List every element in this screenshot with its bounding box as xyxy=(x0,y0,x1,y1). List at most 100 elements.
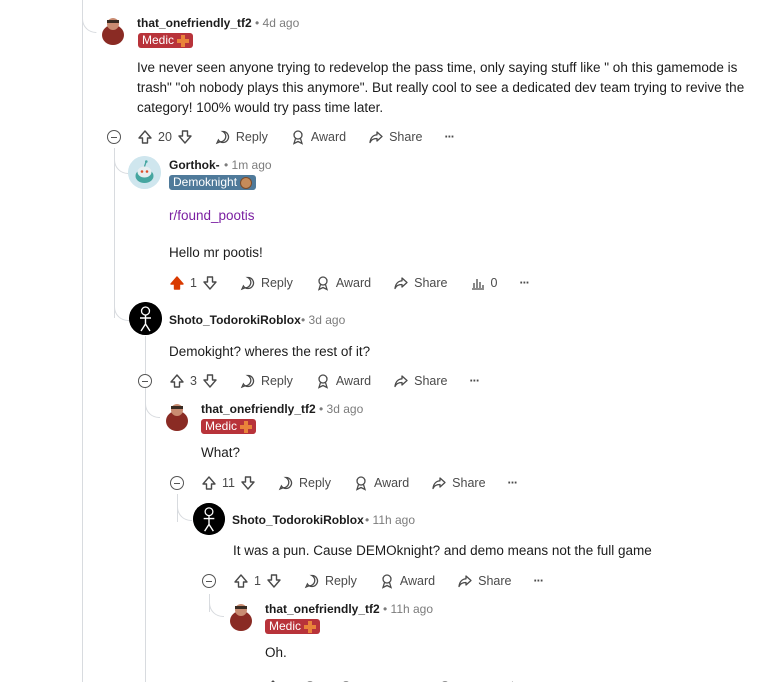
collapse-button[interactable] xyxy=(202,574,216,588)
action-bar: 1 Reply Award Share 0 ··· xyxy=(169,273,551,293)
avatar[interactable] xyxy=(224,600,256,632)
reply-label: Reply xyxy=(260,276,293,290)
comment-time[interactable]: • 11h ago xyxy=(383,602,433,616)
upvote-icon[interactable] xyxy=(201,475,217,491)
vote-count: 11 xyxy=(222,476,235,490)
thread-elbow xyxy=(114,155,129,174)
comment-author[interactable]: Shoto_TodorokiRoblox xyxy=(169,313,301,327)
upvote-icon[interactable] xyxy=(169,275,185,291)
action-bar: 1 Reply Award Share ··· xyxy=(233,571,565,591)
previous-action-bar xyxy=(100,0,360,3)
medic-cross-icon xyxy=(240,420,253,433)
more-icon: ··· xyxy=(444,130,454,144)
share-icon xyxy=(394,375,408,388)
reply-button[interactable]: Reply xyxy=(240,275,293,291)
share-button[interactable]: Share xyxy=(431,475,486,491)
reply-button[interactable]: Reply xyxy=(278,475,331,491)
insights-button[interactable]: 0 xyxy=(470,275,498,291)
share-button[interactable]: Share xyxy=(393,275,448,291)
comment-body: Demokight? wheres the rest of it? xyxy=(169,342,370,362)
comment-time[interactable]: • 3d ago xyxy=(301,313,345,327)
share-label: Share xyxy=(414,276,448,290)
time-text: 3d ago xyxy=(326,402,364,416)
comment-author[interactable]: that_onefriendly_tf2 xyxy=(265,602,380,616)
share-button[interactable]: Share xyxy=(368,129,422,145)
avatar[interactable] xyxy=(96,14,128,46)
share-button[interactable]: Share xyxy=(457,573,512,589)
thread-line[interactable] xyxy=(82,0,83,682)
share-label: Share xyxy=(389,130,423,144)
flair-text: Medic xyxy=(142,33,175,47)
comment-author[interactable]: Shoto_TodorokiRoblox xyxy=(232,513,364,527)
collapse-button[interactable] xyxy=(170,476,184,490)
more-options-button[interactable]: ··· xyxy=(470,374,480,388)
thread-line[interactable] xyxy=(114,148,115,318)
award-label: Award xyxy=(335,374,372,388)
reply-label: Reply xyxy=(324,574,357,588)
award-button[interactable]: Award xyxy=(315,373,371,389)
award-button[interactable]: Award xyxy=(353,475,409,491)
body-line: trash" "oh nobody plays this anymore". B… xyxy=(137,80,745,95)
award-label: Award xyxy=(310,130,347,144)
subreddit-link[interactable]: r/found_pootis xyxy=(169,208,255,223)
comment-time[interactable]: • 1m ago xyxy=(224,158,272,172)
downvote-icon[interactable] xyxy=(240,475,256,491)
collapse-button[interactable] xyxy=(107,130,121,144)
reply-button[interactable]: Reply xyxy=(240,373,293,389)
award-icon xyxy=(355,476,367,491)
avatar[interactable] xyxy=(193,503,225,535)
reply-icon xyxy=(240,374,255,389)
comment-author[interactable]: that_onefriendly_tf2 xyxy=(201,402,316,416)
downvote-icon[interactable] xyxy=(202,275,218,291)
downvote-icon[interactable] xyxy=(266,573,282,589)
award-icon xyxy=(381,574,392,589)
comment-time[interactable]: • 4d ago xyxy=(255,16,299,30)
upvote-icon[interactable] xyxy=(169,373,185,389)
more-options-button[interactable]: ··· xyxy=(444,130,454,144)
medic-cross-icon xyxy=(177,34,190,47)
share-label: Share xyxy=(414,374,448,388)
more-options-button[interactable]: ··· xyxy=(534,574,544,588)
stats-count: 0 xyxy=(490,276,498,290)
more-options-button[interactable]: ··· xyxy=(519,276,529,290)
comment-author[interactable]: that_onefriendly_tf2 xyxy=(137,16,252,30)
award-button[interactable]: Award xyxy=(290,129,346,145)
avatar[interactable] xyxy=(128,156,161,189)
share-icon xyxy=(394,277,408,290)
upvote-icon[interactable] xyxy=(137,129,153,145)
collapse-button[interactable] xyxy=(138,374,152,388)
time-text: 1m ago xyxy=(231,158,272,172)
upvote-icon[interactable] xyxy=(233,573,249,589)
award-icon xyxy=(317,276,328,291)
more-options-button[interactable]: ··· xyxy=(508,476,518,490)
comment-time[interactable]: • 3d ago xyxy=(319,402,363,416)
more-icon: ··· xyxy=(469,374,480,388)
action-bar: 11 Reply Award Share ··· xyxy=(201,473,539,493)
comment-time[interactable]: • 11h ago xyxy=(365,513,415,527)
share-button[interactable]: Share xyxy=(393,373,448,389)
avatar[interactable] xyxy=(160,400,192,432)
comment-author[interactable]: Gorthok- xyxy=(169,158,220,172)
avatar[interactable] xyxy=(129,302,162,335)
reply-button[interactable]: Reply xyxy=(304,573,357,589)
downvote-icon[interactable] xyxy=(177,129,193,145)
thread-elbow xyxy=(82,14,97,33)
downvote-icon[interactable] xyxy=(202,373,218,389)
reply-button[interactable]: Reply xyxy=(215,129,268,145)
stats-icon xyxy=(471,279,484,290)
body-line: Ive never seen anyone trying to redevelo… xyxy=(137,60,738,75)
vote-count: 3 xyxy=(190,374,197,388)
comment-body: Hello mr pootis! xyxy=(169,243,263,263)
award-button[interactable]: Award xyxy=(315,275,371,291)
time-text: 4d ago xyxy=(262,16,300,30)
body-line: It was a pun. Cause DEMOknight? and demo… xyxy=(233,543,652,558)
award-button[interactable]: Award xyxy=(379,573,435,589)
action-bar: 20 Reply Award Share ··· xyxy=(137,127,476,147)
share-icon xyxy=(458,575,472,588)
user-flair: Medic xyxy=(138,33,194,48)
time-text: 3d ago xyxy=(308,313,346,327)
time-text: 11h ago xyxy=(390,602,434,616)
cutoff-action-bar xyxy=(265,674,565,682)
comment-body: Ive never seen anyone trying to redevelo… xyxy=(137,58,777,118)
thread-elbow xyxy=(145,399,160,418)
